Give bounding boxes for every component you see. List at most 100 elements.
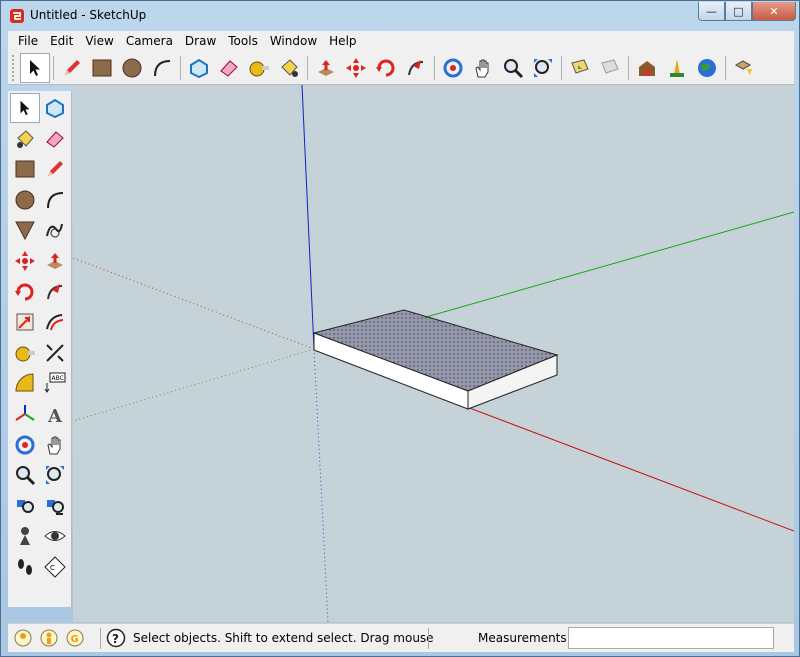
- menu-window[interactable]: Window: [264, 34, 323, 48]
- tape-measure-button[interactable]: [244, 53, 274, 83]
- protractor-icon: [15, 373, 34, 392]
- credits-icon: [40, 629, 58, 647]
- eraser-tool-button[interactable]: [214, 53, 244, 83]
- menu-file[interactable]: File: [12, 34, 44, 48]
- arc-tool-button[interactable]: [147, 53, 177, 83]
- toolbar-grip[interactable]: [12, 54, 16, 81]
- follow-me-button[interactable]: [40, 277, 70, 307]
- rectangle-tool-button[interactable]: [87, 53, 117, 83]
- zoom-window-button[interactable]: [10, 491, 40, 521]
- rotate-icon: [376, 59, 395, 76]
- measurements-input[interactable]: [568, 627, 774, 649]
- menu-help[interactable]: Help: [323, 34, 362, 48]
- offset-tool-button[interactable]: [40, 307, 70, 337]
- svg-text:?: ?: [112, 632, 119, 646]
- arc-tool-button[interactable]: [40, 185, 70, 215]
- help-button[interactable]: ?: [105, 627, 127, 649]
- move-tool-button[interactable]: [10, 246, 40, 276]
- warehouse-icon: [639, 60, 655, 76]
- pencil-tool-button[interactable]: [57, 53, 87, 83]
- zoom-extents-button[interactable]: [40, 460, 70, 490]
- paint-bucket-button[interactable]: [10, 124, 40, 154]
- make-component-button[interactable]: [40, 93, 70, 123]
- eraser-icon: [46, 130, 64, 148]
- title-bar[interactable]: Untitled - SketchUp — □ ✕: [1, 1, 800, 30]
- push-pull-button[interactable]: [40, 246, 70, 276]
- menu-view[interactable]: View: [79, 34, 119, 48]
- orbit-tool-button[interactable]: [10, 430, 40, 460]
- zoom-extents-button[interactable]: [528, 53, 558, 83]
- select-tool-button[interactable]: [10, 93, 40, 123]
- extension-button[interactable]: [662, 53, 692, 83]
- green-axis-negative: [73, 348, 315, 422]
- zoom-tool-button[interactable]: [498, 53, 528, 83]
- tape-measure-button[interactable]: [10, 338, 40, 368]
- 3d-text-button[interactable]: A: [40, 399, 70, 429]
- previous-camera-button[interactable]: [40, 491, 70, 521]
- next-view-button[interactable]: [595, 53, 625, 83]
- menu-camera[interactable]: Camera: [120, 34, 179, 48]
- rotate-tool-button[interactable]: [10, 277, 40, 307]
- rotate-tool-button[interactable]: [371, 53, 401, 83]
- section-plane-button[interactable]: C: [40, 552, 70, 582]
- push-pull-icon: [47, 252, 63, 269]
- look-around-button[interactable]: [40, 521, 70, 551]
- polygon-tool-button[interactable]: [10, 215, 40, 245]
- axes-icon: [15, 404, 35, 421]
- drawing-viewport[interactable]: [73, 85, 794, 622]
- status-divider: [428, 628, 429, 649]
- window-title: Untitled - SketchUp: [30, 8, 147, 22]
- warehouse-button[interactable]: [632, 53, 662, 83]
- circle-tool-button[interactable]: [10, 185, 40, 215]
- minimize-button[interactable]: —: [698, 2, 725, 21]
- eraser-tool-button[interactable]: [40, 124, 70, 154]
- maximize-button[interactable]: □: [725, 2, 752, 21]
- zoom-extents-icon: [534, 58, 552, 77]
- walk-tool-button[interactable]: [10, 552, 40, 582]
- toolbar-separator: [180, 55, 181, 80]
- close-button[interactable]: ✕: [752, 2, 796, 21]
- text-tool-button[interactable]: ABC: [40, 368, 70, 398]
- circle-tool-button[interactable]: [117, 53, 147, 83]
- make-component-icon: [190, 58, 208, 78]
- dimension-tool-button[interactable]: [40, 338, 70, 368]
- freehand-tool-button[interactable]: [40, 215, 70, 245]
- toolbar-separator: [307, 55, 308, 80]
- zoom-tool-button[interactable]: [10, 460, 40, 490]
- sketchup-window: Untitled - SketchUp — □ ✕ File Edit View…: [0, 0, 800, 657]
- axes-tool-button[interactable]: [10, 399, 40, 429]
- svg-text:A: A: [47, 406, 63, 425]
- scale-icon: [16, 313, 34, 331]
- pan-tool-button[interactable]: [468, 53, 498, 83]
- sign-in-button[interactable]: G: [64, 627, 86, 649]
- pencil-tool-button[interactable]: [40, 154, 70, 184]
- footprints-icon: [18, 558, 32, 575]
- geo-location-button[interactable]: [12, 627, 34, 649]
- google-earth-button[interactable]: [692, 53, 722, 83]
- push-pull-button[interactable]: [311, 53, 341, 83]
- share-model-button[interactable]: [729, 53, 759, 83]
- previous-camera-icon: [47, 499, 64, 515]
- position-camera-button[interactable]: [10, 521, 40, 551]
- paint-bucket-button[interactable]: [274, 53, 304, 83]
- menu-edit[interactable]: Edit: [44, 34, 79, 48]
- pan-tool-button[interactable]: [40, 430, 70, 460]
- zoom-window-icon: [17, 499, 34, 513]
- credits-button[interactable]: [38, 627, 60, 649]
- toolbar-separator: [628, 55, 629, 80]
- menu-tools[interactable]: Tools: [222, 34, 264, 48]
- menu-draw[interactable]: Draw: [179, 34, 222, 48]
- previous-view-button[interactable]: [565, 53, 595, 83]
- scale-tool-button[interactable]: [10, 307, 40, 337]
- status-bar: G ? Select objects. Shift to extend sele…: [8, 623, 794, 652]
- blue-axis-negative: [313, 348, 329, 622]
- protractor-button[interactable]: [10, 368, 40, 398]
- select-tool-button[interactable]: [20, 52, 50, 83]
- pencil-icon: [48, 161, 63, 177]
- follow-me-button[interactable]: [401, 53, 431, 83]
- orbit-tool-button[interactable]: [438, 53, 468, 83]
- move-tool-button[interactable]: [341, 53, 371, 83]
- rectangle-tool-button[interactable]: [10, 154, 40, 184]
- make-component-button[interactable]: [184, 53, 214, 83]
- zoom-icon: [504, 58, 524, 78]
